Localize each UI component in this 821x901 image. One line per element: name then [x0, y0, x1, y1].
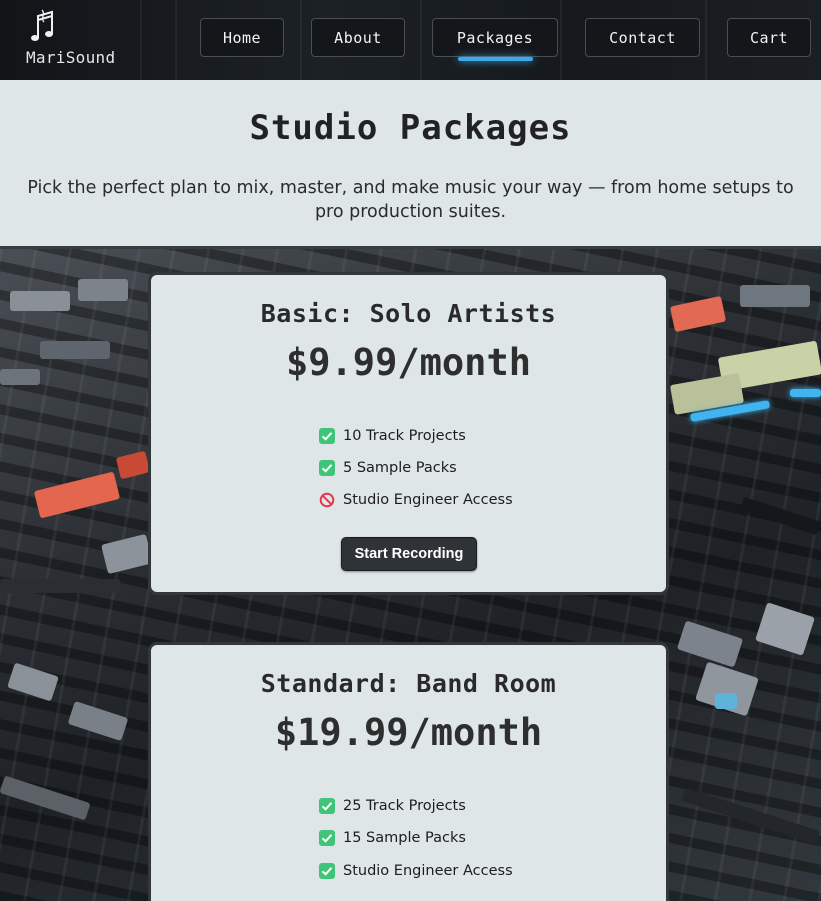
feature-item: Studio Engineer Access: [319, 861, 513, 881]
feature-item: Studio Engineer Access: [319, 490, 513, 510]
feature-label: 25 Track Projects: [343, 798, 466, 814]
feature-label: 5 Sample Packs: [343, 460, 457, 476]
console-on-button: [33, 471, 121, 519]
console-button: [669, 295, 727, 333]
package-title: Basic: Solo Artists: [260, 299, 557, 328]
nav-home[interactable]: Home: [200, 18, 284, 57]
header-texture: [420, 0, 422, 80]
feature-label: 15 Sample Packs: [343, 830, 466, 846]
console-key: [101, 533, 153, 575]
check-box-icon: [319, 460, 335, 476]
console-key: [0, 775, 91, 821]
console-fader-slot: [0, 579, 120, 593]
package-title: Standard: Band Room: [260, 669, 557, 698]
feature-label: 10 Track Projects: [343, 428, 466, 444]
header-texture: [300, 0, 302, 80]
feature-item: 10 Track Projects: [319, 426, 466, 446]
console-key: [740, 285, 810, 307]
header-texture: [705, 0, 707, 80]
console-fader-glow: [715, 693, 737, 709]
page-subtitle: Pick the perfect plan to mix, master, an…: [27, 178, 794, 222]
console-button: [115, 450, 151, 480]
console-fader-cap: [755, 602, 815, 656]
feature-item: 25 Track Projects: [319, 796, 466, 816]
check-box-icon: [319, 863, 335, 879]
console-key: [78, 279, 128, 301]
nav-contact[interactable]: Contact: [585, 18, 700, 57]
intro-section: Studio Packages Pick the perfect plan to…: [0, 80, 821, 246]
start-recording-button[interactable]: Start Recording: [341, 537, 477, 571]
feature-label: Studio Engineer Access: [343, 492, 513, 508]
console-key: [67, 700, 129, 742]
nav-cart[interactable]: Cart: [727, 18, 811, 57]
header-texture: [140, 0, 142, 80]
package-price: $19.99/month: [274, 711, 543, 754]
console-key: [40, 341, 110, 359]
music-notes-icon: [31, 9, 53, 41]
prohibited-icon: [319, 492, 335, 508]
check-box-icon: [319, 830, 335, 846]
package-card-standard: Standard: Band Room $19.99/month 25 Trac…: [148, 642, 669, 901]
check-box-icon: [319, 428, 335, 444]
brand-name: MariSound: [26, 48, 116, 67]
feature-item: 5 Sample Packs: [319, 458, 457, 478]
nav-active-indicator: [458, 57, 533, 61]
console-fader-slot: [739, 496, 821, 536]
console-led: [790, 389, 821, 397]
nav-about[interactable]: About: [311, 18, 405, 57]
console-key: [7, 662, 59, 702]
brand-logo[interactable]: MariSound: [26, 8, 126, 72]
console-fader-slot: [681, 787, 820, 845]
console-key: [0, 369, 40, 385]
feature-item: 15 Sample Packs: [319, 828, 466, 848]
feature-label: Studio Engineer Access: [343, 863, 513, 879]
console-key: [10, 291, 70, 311]
header-texture: [175, 0, 177, 80]
check-box-icon: [319, 798, 335, 814]
nav-packages[interactable]: Packages: [432, 18, 558, 57]
package-price: $9.99/month: [285, 341, 532, 384]
page-title: Studio Packages: [249, 108, 572, 148]
site-header: MariSound Home About Packages Contact Ca…: [0, 0, 821, 80]
package-card-basic: Basic: Solo Artists $9.99/month 10 Track…: [148, 272, 669, 595]
header-texture: [560, 0, 562, 80]
console-fader-cap: [676, 620, 744, 668]
